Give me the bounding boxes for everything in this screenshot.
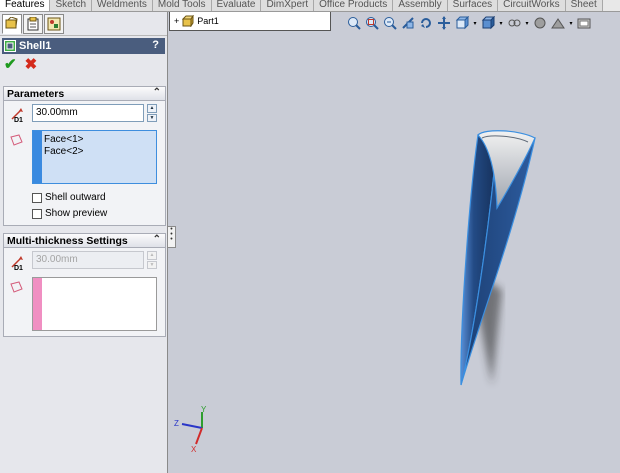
thickness-input[interactable]: 30.00mm [32, 104, 144, 122]
shell-feature-icon [4, 40, 16, 52]
shell-outward-label: Shell outward [45, 192, 106, 203]
tab-evaluate[interactable]: Evaluate [211, 0, 262, 11]
display-style-icon[interactable] [480, 15, 496, 31]
collapse-parameters-icon[interactable]: ⌃ [153, 87, 161, 98]
tab-features[interactable]: Features [0, 0, 51, 11]
property-manager-tab[interactable] [23, 13, 43, 34]
list-item[interactable]: Face<2> [44, 146, 156, 158]
parameters-header[interactable]: Parameters ⌃ [4, 87, 165, 101]
dropdown-arrow-icon[interactable]: ▾ [524, 15, 530, 31]
manager-tabs [0, 12, 167, 36]
part-name[interactable]: Part1 [197, 16, 219, 26]
z-axis-label: Z [174, 419, 179, 428]
tab-mold-tools[interactable]: Mold Tools [152, 0, 212, 11]
multi-thickness-header[interactable]: Multi-thickness Settings ⌃ [4, 234, 165, 248]
dropdown-arrow-icon[interactable]: ▾ [568, 15, 574, 31]
ok-cancel-row: ✔ ✖ [0, 54, 167, 76]
faces-to-remove-icon [10, 134, 23, 146]
section-view-icon[interactable] [400, 15, 416, 31]
checkbox-box[interactable] [32, 208, 42, 219]
expand-icon[interactable]: + [174, 16, 179, 26]
show-preview-label: Show preview [45, 208, 108, 219]
faces-to-remove-list[interactable]: Face<1> Face<2> [32, 130, 157, 184]
tab-assembly[interactable]: Assembly [393, 0, 448, 11]
parameters-header-label: Parameters [7, 87, 65, 100]
feature-tree-flyout: + Part1 [169, 12, 331, 31]
dropdown-arrow-icon[interactable]: ▾ [472, 15, 478, 31]
multi-thickness-dimension-icon: D1 [11, 256, 23, 271]
command-manager-tabs: Features Sketch Weldments Mold Tools Eva… [0, 0, 620, 12]
spin-down-icon[interactable]: ▼ [147, 113, 157, 122]
checkbox-box[interactable] [32, 192, 42, 203]
tab-sketch[interactable]: Sketch [50, 0, 93, 11]
multi-thickness-header-label: Multi-thickness Settings [7, 234, 128, 247]
appearance-icon[interactable] [532, 15, 548, 31]
multi-thickness-spinner[interactable]: ▲ ▼ [147, 251, 157, 269]
tab-dimxpert[interactable]: DimXpert [261, 0, 315, 11]
multi-thickness-input[interactable]: 30.00mm [32, 251, 144, 269]
configuration-manager-tab[interactable] [44, 13, 64, 34]
thickness-dimension-icon: D1 [11, 108, 23, 123]
collapse-multi-thickness-icon[interactable]: ⌃ [153, 234, 161, 245]
property-manager-icon [27, 16, 39, 30]
svg-text:D1: D1 [14, 117, 23, 123]
y-axis-label: Y [201, 405, 207, 414]
tab-circuitworks[interactable]: CircuitWorks [498, 0, 566, 11]
pan-icon[interactable] [436, 15, 452, 31]
list-item[interactable]: Face<1> [44, 134, 156, 146]
cancel-button[interactable]: ✖ [25, 57, 38, 72]
shell-model-preview[interactable] [430, 120, 560, 395]
ok-button[interactable]: ✔ [4, 57, 17, 72]
tab-surfaces[interactable]: Surfaces [447, 0, 499, 11]
multi-thickness-group: Multi-thickness Settings ⌃ D1 30.00mm ▲ … [3, 233, 166, 337]
part-icon [182, 15, 195, 27]
view-settings-icon[interactable] [576, 15, 592, 31]
spin-up-icon[interactable]: ▲ [147, 104, 157, 113]
dropdown-arrow-icon[interactable]: ▾ [498, 15, 504, 31]
configuration-icon [47, 17, 61, 30]
rotate-view-icon[interactable] [418, 15, 434, 31]
multi-thickness-faces-list[interactable] [32, 277, 157, 331]
view-orientation-icon[interactable] [454, 15, 470, 31]
previous-view-icon[interactable] [382, 15, 398, 31]
spin-down-icon[interactable]: ▼ [147, 260, 157, 269]
tab-sheet-metal[interactable]: Sheet [565, 0, 603, 11]
multi-thickness-faces-icon [10, 281, 23, 293]
tab-weldments[interactable]: Weldments [92, 0, 153, 11]
hide-show-items-icon[interactable] [506, 15, 522, 31]
zoom-to-fit-icon[interactable] [346, 15, 362, 31]
feature-manager-tab[interactable] [2, 13, 22, 34]
tab-office-products[interactable]: Office Products [314, 0, 394, 11]
zoom-to-area-icon[interactable] [364, 15, 380, 31]
shell-outward-checkbox[interactable]: Shell outward [32, 192, 106, 203]
help-icon[interactable]: ? [152, 39, 159, 51]
show-preview-checkbox[interactable]: Show preview [32, 208, 107, 219]
reference-triad: Y Z X [174, 405, 207, 454]
svg-text:D1: D1 [14, 265, 23, 271]
spin-up-icon[interactable]: ▲ [147, 251, 157, 260]
parameters-group: Parameters ⌃ D1 30.00mm ▲ ▼ Face<1> Face… [3, 86, 166, 226]
feature-title-bar: Shell1 ? [2, 38, 165, 54]
thickness-spinner[interactable]: ▲ ▼ [147, 104, 157, 122]
feature-title: Shell1 [19, 40, 52, 52]
panel-splitter-handle[interactable]: • • • [168, 226, 176, 248]
feature-tree-icon [5, 16, 18, 28]
x-axis-label: X [191, 445, 197, 454]
scene-icon[interactable] [550, 15, 566, 31]
heads-up-view-toolbar: ▾ ▾ ▾ ▾ [346, 14, 592, 32]
